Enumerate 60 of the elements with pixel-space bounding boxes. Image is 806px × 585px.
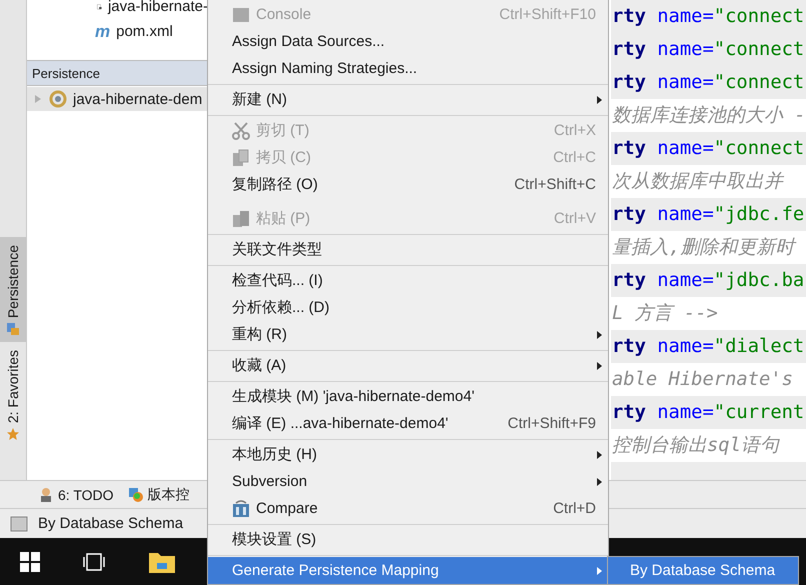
status-text: By Database Schema (38, 515, 184, 532)
code-comment: L 方言 --> (611, 302, 719, 326)
side-tab[interactable]: 2: Favorites (0, 342, 26, 448)
person-icon (38, 486, 54, 502)
menu-item[interactable]: 本地历史 (H) (208, 441, 608, 468)
menu-item[interactable]: Subversion (208, 468, 608, 495)
code-comment: 次从数据库中取出并 (611, 170, 786, 194)
shortcut-label: Ctrl+Shift+C (514, 176, 596, 193)
menu-item[interactable]: 检查代码... (I) (208, 267, 608, 294)
shortcut-label: Ctrl+X (554, 122, 596, 139)
submenu-arrow-icon (597, 96, 602, 104)
side-tab[interactable]: Persistence (0, 237, 26, 342)
tree-item[interactable]: java-hibernate- (108, 0, 208, 15)
shortcut-label: Ctrl+V (554, 210, 596, 227)
panel-title: Persistence (32, 66, 100, 80)
menu-item[interactable]: 新建 (N) (208, 86, 608, 113)
tree-item[interactable]: pom.xml (116, 23, 173, 40)
scissors-icon (232, 122, 250, 140)
menu-item[interactable]: 复制路径 (O) Ctrl+Shift+C (208, 171, 608, 198)
submenu-arrow-icon (597, 362, 602, 370)
shortcut-label: Ctrl+Shift+F10 (499, 6, 596, 23)
submenu-arrow-icon (597, 566, 602, 574)
paste-icon (232, 210, 250, 228)
maven-icon: m (95, 23, 110, 40)
menu-item[interactable]: 重构 (R) (208, 321, 608, 348)
menu-item[interactable]: 分析依赖... (D) (208, 294, 608, 321)
menu-item[interactable]: Compare Ctrl+D (208, 495, 608, 522)
tool-window-button[interactable]: 版本控 (128, 486, 190, 504)
tool-window-button[interactable]: 6: TODO (38, 486, 114, 502)
menu-item[interactable]: Generate Persistence Mapping (208, 557, 608, 584)
menu-item[interactable]: By Database Schema (608, 557, 798, 584)
submenu-arrow-icon (597, 450, 602, 458)
code-comment: able Hibernate's (611, 368, 794, 392)
menu-item[interactable]: Assign Data Sources... (208, 28, 608, 55)
menu-item[interactable]: 编译 (E) ...ava-hibernate-demo4' Ctrl+Shift+F9 (208, 410, 608, 437)
tree-row[interactable]: java-hibernate-dem (27, 87, 208, 111)
console-icon (232, 6, 250, 22)
shortcut-label: Ctrl+D (553, 500, 596, 517)
menu-item[interactable]: 模块设置 (S) (208, 526, 608, 553)
database-icon (6, 322, 20, 336)
menu-item[interactable]: 生成模块 (M) 'java-hibernate-demo4' (208, 383, 608, 410)
submenu-arrow-icon (597, 478, 602, 486)
folder-icon[interactable] (148, 550, 176, 574)
code-comment: 控制台输出sql语句 (611, 434, 781, 458)
code-comment: 量插入,删除和更新时 (611, 236, 798, 260)
shortcut-label: Ctrl+C (553, 149, 596, 166)
menu-item[interactable]: Assign Naming Strategies... (208, 55, 608, 82)
menu-item[interactable]: 关联文件类型 (208, 236, 608, 263)
star-icon (6, 427, 20, 442)
vcs-icon (128, 486, 144, 502)
copy-icon (232, 148, 250, 166)
menu-item[interactable]: 收藏 (A) (208, 352, 608, 379)
windows-icon[interactable] (20, 552, 40, 572)
hibernate-icon (49, 90, 67, 108)
code-comment: 数据库连接池的大小 - (611, 104, 806, 128)
submenu-arrow-icon (597, 330, 602, 338)
window-icon (10, 516, 28, 532)
shortcut-label: Ctrl+Shift+F9 (508, 415, 596, 432)
compare-icon (232, 500, 250, 518)
task-view-icon[interactable] (82, 552, 106, 572)
